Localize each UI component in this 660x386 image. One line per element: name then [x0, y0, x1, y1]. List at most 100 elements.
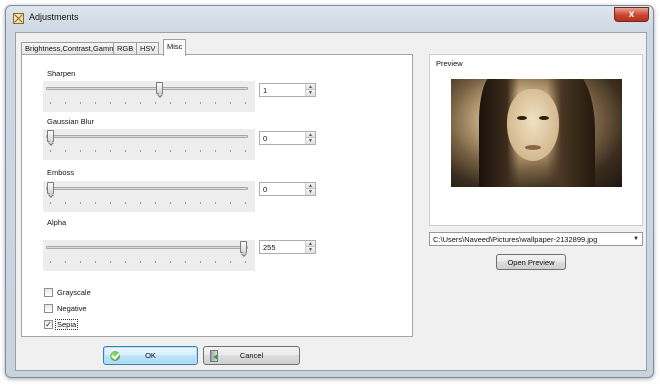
preview-title: Preview [436, 59, 463, 68]
misc-tab-panel: Sharpen 1 ▲ ▼ Gaussian Blur 0 ▲ ▼ Emboss… [21, 54, 413, 337]
grayscale-checkbox[interactable] [44, 288, 53, 297]
slider-tick [200, 102, 201, 104]
close-button[interactable]: x [614, 7, 649, 22]
emboss-spin-input[interactable]: 0 ▲ ▼ [259, 182, 316, 196]
alpha-spin-input[interactable]: 255 ▲ ▼ [259, 240, 316, 254]
slider-tick [125, 202, 126, 204]
slider-tick [50, 202, 51, 204]
slider-tick [80, 102, 81, 104]
chevron-down-icon[interactable]: ▼ [633, 236, 639, 242]
slider-tick [170, 102, 171, 104]
slider-tick [185, 202, 186, 204]
alpha-slider-rail [46, 246, 248, 249]
slider-tick [185, 150, 186, 152]
sharpen-slider-rail [46, 87, 248, 90]
slider-tick [200, 202, 201, 204]
tab-misc[interactable]: Misc [163, 39, 187, 56]
sharpen-slider-thumb[interactable] [156, 82, 163, 94]
slider-tick [185, 102, 186, 104]
gaussian-blur-value: 0 [263, 134, 268, 143]
alpha-label: Alpha [44, 218, 70, 227]
slider-tick [230, 261, 231, 263]
slider-tick [170, 202, 171, 204]
alpha-group-line [39, 222, 329, 223]
slider-tick [140, 102, 141, 104]
slider-tick [230, 102, 231, 104]
slider-tick [245, 202, 246, 204]
slider-tick [155, 261, 156, 263]
alpha-slider-thumb[interactable] [240, 241, 247, 253]
slider-tick [65, 202, 66, 204]
sharpen-value: 1 [263, 86, 268, 95]
emboss-slider[interactable] [43, 181, 255, 212]
ok-label: OK [145, 351, 156, 360]
sepia-label: Sepia [54, 319, 79, 330]
slider-tick [230, 150, 231, 152]
preview-eye-right [539, 116, 549, 120]
gaussian-blur-slider-thumb[interactable] [47, 130, 54, 142]
slider-tick [140, 150, 141, 152]
open-preview-label: Open Preview [507, 258, 555, 267]
preview-face [507, 89, 559, 161]
spin-down-icon[interactable]: ▼ [306, 90, 315, 96]
gaussian-blur-slider[interactable] [43, 129, 255, 160]
open-preview-button[interactable]: Open Preview [496, 254, 566, 270]
slider-tick [185, 261, 186, 263]
slider-tick [50, 261, 51, 263]
gaussian-blur-spin-buttons: ▲ ▼ [305, 132, 315, 144]
slider-tick [170, 261, 171, 263]
gaussian-blur-spin-input[interactable]: 0 ▲ ▼ [259, 131, 316, 145]
emboss-slider-rail [46, 187, 248, 190]
image-path-dropdown[interactable]: C:\Users\Naveed\Pictures\wallpaper-21328… [429, 232, 643, 246]
slider-tick [110, 261, 111, 263]
spin-down-icon[interactable]: ▼ [306, 189, 315, 195]
negative-checkbox[interactable] [44, 304, 53, 313]
slider-tick [80, 202, 81, 204]
spin-down-icon[interactable]: ▼ [306, 247, 315, 253]
slider-tick [65, 102, 66, 104]
gaussian-blur-slider-rail [46, 135, 248, 138]
ok-button[interactable]: OK [103, 346, 198, 365]
sharpen-slider[interactable] [43, 81, 255, 112]
slider-tick [155, 102, 156, 104]
preview-lips [525, 145, 541, 150]
sharpen-label: Sharpen [44, 69, 79, 78]
emboss-spin-buttons: ▲ ▼ [305, 183, 315, 195]
slider-tick [215, 102, 216, 104]
grayscale-label: Grayscale [57, 288, 91, 297]
alpha-spin-buttons: ▲ ▼ [305, 241, 315, 253]
slider-tick [155, 202, 156, 204]
slider-tick [110, 150, 111, 152]
slider-tick [200, 150, 201, 152]
slider-tick [245, 102, 246, 104]
image-path-value: C:\Users\Naveed\Pictures\wallpaper-21328… [433, 235, 598, 244]
slider-tick [140, 202, 141, 204]
slider-tick [245, 261, 246, 263]
slider-tick [65, 261, 66, 263]
dialog-client-area: Brightness,Contrast,Gamma RGB HSV Misc S… [15, 32, 647, 371]
emboss-label: Emboss [44, 168, 78, 177]
emboss-slider-thumb[interactable] [47, 182, 54, 194]
slider-tick [230, 202, 231, 204]
slider-tick [95, 150, 96, 152]
adjustments-window: Adjustments x Brightness,Contrast,Gamma … [5, 5, 654, 378]
slider-tick [200, 261, 201, 263]
title-bar[interactable]: Adjustments x [6, 6, 653, 32]
sharpen-spin-buttons: ▲ ▼ [305, 84, 315, 96]
slider-tick [50, 102, 51, 104]
sharpen-spin-input[interactable]: 1 ▲ ▼ [259, 83, 316, 97]
preview-image [451, 79, 622, 187]
slider-tick [215, 202, 216, 204]
gaussian-blur-label: Gaussian Blur [44, 117, 98, 126]
sepia-checkbox[interactable]: ✓ [44, 320, 53, 329]
cancel-button[interactable]: Cancel [203, 346, 300, 365]
spin-down-icon[interactable]: ▼ [306, 138, 315, 144]
window-title: Adjustments [29, 12, 79, 22]
adjustments-app-icon [13, 13, 24, 24]
alpha-slider[interactable] [43, 240, 255, 271]
slider-tick [95, 261, 96, 263]
slider-tick [65, 150, 66, 152]
slider-tick [110, 102, 111, 104]
slider-tick [245, 150, 246, 152]
slider-tick [215, 150, 216, 152]
